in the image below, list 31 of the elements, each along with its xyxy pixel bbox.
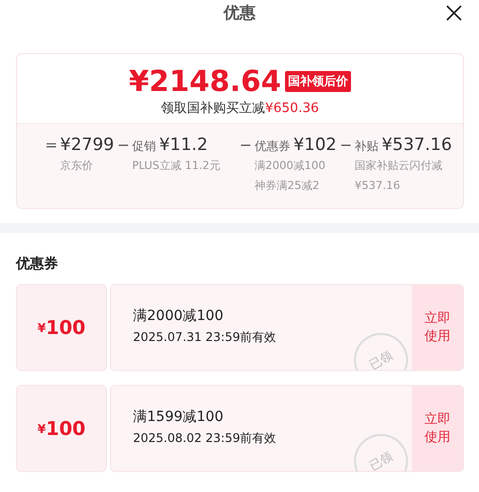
use-now-button[interactable]: 立即使用 [412, 285, 463, 370]
price-component-note: 国家补贴云闪付减 [354, 158, 444, 174]
operator-sign: − [117, 135, 130, 156]
price-component-value: ¥11.2 [159, 134, 208, 156]
section-heading: 优惠券 [16, 255, 59, 273]
price-component-label: 促销 [132, 138, 156, 155]
sheet-title: 优惠 [224, 2, 256, 24]
coupon-condition: 满2000减100 [133, 307, 224, 325]
price-component-note: ¥537.16 [354, 178, 402, 194]
use-now-button[interactable]: 立即使用 [412, 386, 463, 471]
operator-sign: = [45, 135, 57, 156]
price-component-value: ¥102 [293, 134, 337, 156]
operator-sign: − [340, 135, 352, 156]
coupon-condition: 满1599减100 [133, 408, 224, 426]
operator-sign: − [239, 135, 252, 156]
price-component-value: ¥2799 [60, 134, 114, 156]
final-price: ¥2148.64 [128, 64, 282, 98]
price-component-note: 神券满25减2 [254, 178, 320, 194]
price-component-note: 满2000减100 [254, 158, 326, 174]
coupon-expiry: 2025.08.02 23:59前有效 [133, 430, 276, 447]
saving-summary: 领取国补购买立减¥650.36 [161, 100, 319, 117]
coupon-expiry: 2025.07.31 23:59前有效 [133, 329, 276, 346]
price-component-label: 补贴 [354, 138, 379, 155]
coupon-amount: ¥100 [16, 284, 107, 371]
price-component-label: 优惠券 [254, 138, 290, 155]
close-icon[interactable] [446, 5, 462, 21]
price-component-note: 京东价 [60, 158, 94, 174]
price-component-note: PLUS立减 11.2元 [132, 158, 220, 174]
coupon-amount: ¥100 [16, 385, 107, 472]
price-component-value: ¥537.16 [382, 134, 452, 156]
price-badge: 国补领后价 [285, 70, 352, 92]
